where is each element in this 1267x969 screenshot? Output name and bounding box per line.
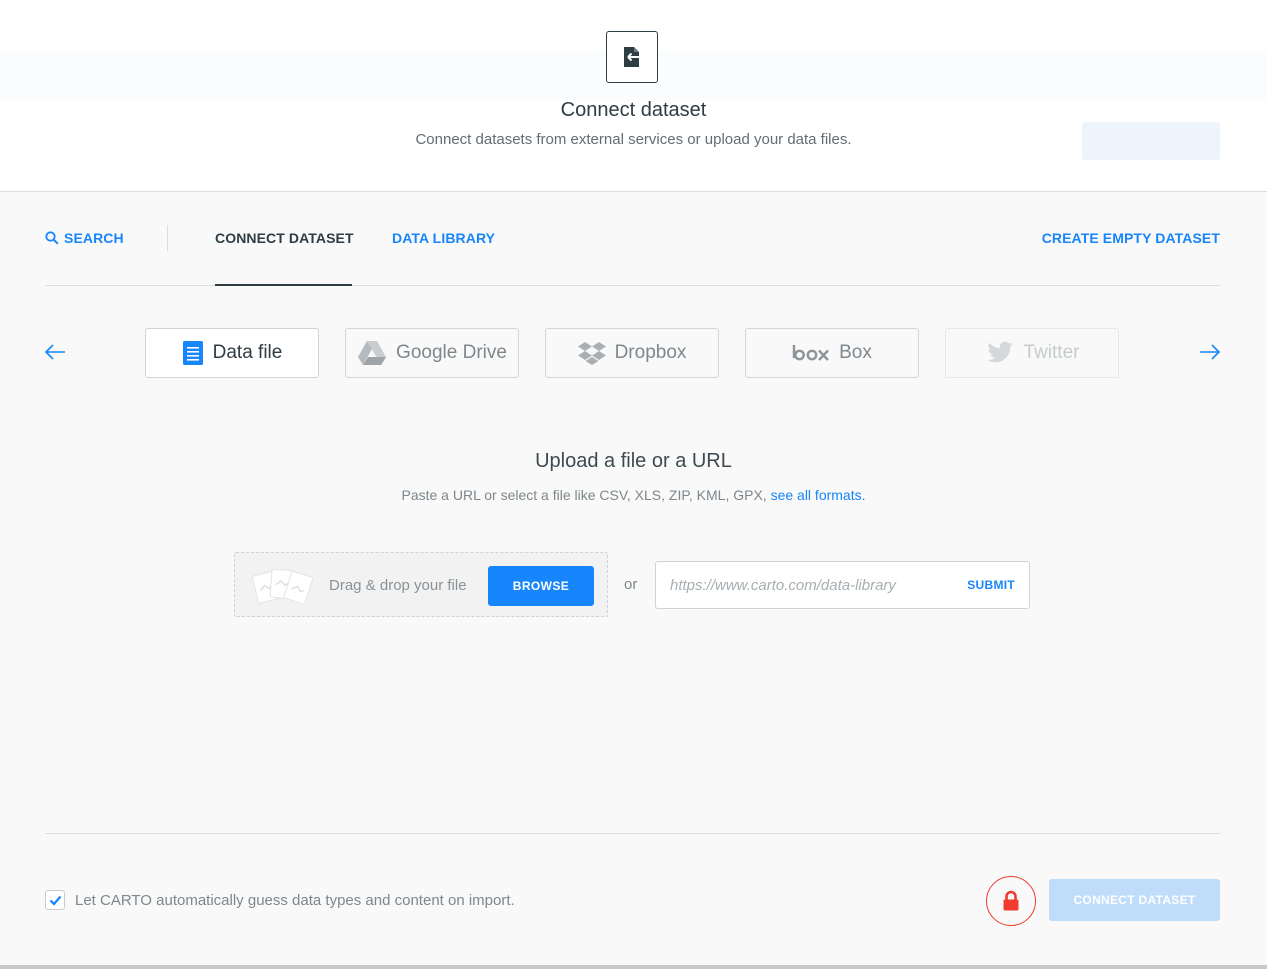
file-drop-zone[interactable]: Drag & drop your file BROWSE [234,552,608,617]
url-input[interactable] [670,577,940,594]
lock-button[interactable] [986,876,1036,926]
tab-search[interactable]: SEARCH [45,230,124,246]
box-icon [792,345,829,361]
dropbox-icon [577,342,606,365]
lock-icon [1003,890,1019,911]
upload-title: Upload a file or a URL [535,450,732,472]
search-icon [45,231,59,245]
guess-types-label: Let CARTO automatically guess data types… [75,892,515,909]
bottom-edge [0,965,1267,969]
create-empty-dataset-link[interactable]: CREATE EMPTY DATASET [1042,230,1220,246]
service-label: Data file [212,342,283,363]
service-google-drive[interactable]: Google Drive [345,328,519,378]
guess-types-checkbox[interactable] [45,890,65,910]
service-twitter[interactable]: Twitter [945,328,1119,378]
tab-data-library[interactable]: DATA LIBRARY [392,230,495,246]
modal-subtitle: Connect datasets from external services … [415,131,852,148]
carousel-prev-arrow-icon[interactable] [43,340,67,364]
service-data-file[interactable]: Data file [145,328,319,378]
tab-divider [167,225,168,251]
checkmark-icon [49,895,61,906]
modal-header: Connect dataset Connect datasets from ex… [0,0,1267,192]
service-label: Google Drive [396,342,507,363]
service-dropbox[interactable]: Dropbox [545,328,719,378]
connect-dataset-button[interactable]: CONNECT DATASET [1049,879,1220,921]
connect-dataset-icon [606,31,658,83]
carousel-next-arrow-icon[interactable] [1198,340,1222,364]
url-form: SUBMIT [655,561,1030,609]
upload-description: Paste a URL or select a file like CSV, X… [0,487,1267,503]
service-label: Twitter [1023,342,1080,363]
google-drive-icon [358,341,387,365]
submit-url-button[interactable]: SUBMIT [967,578,1015,592]
browse-button[interactable]: BROWSE [488,566,594,606]
footer-divider [45,833,1220,834]
active-tab-underline [215,284,352,286]
tab-bar: SEARCH CONNECT DATASET DATA LIBRARY CREA… [45,192,1220,286]
service-label: Dropbox [614,342,687,363]
tab-search-label: SEARCH [64,230,124,246]
see-all-formats-link[interactable]: see all formats [771,487,862,503]
or-separator: or [624,576,638,593]
data-file-icon [182,341,203,365]
service-label: Box [839,342,872,363]
files-icon [251,568,314,605]
formats-period: . [861,487,866,503]
upload-description-text: Paste a URL or select a file like CSV, X… [401,487,767,503]
tab-connect-dataset[interactable]: CONNECT DATASET [215,230,354,246]
drop-zone-text: Drag & drop your file [329,577,467,594]
modal-title: Connect dataset [560,99,707,121]
service-box[interactable]: Box [745,328,919,378]
twitter-icon [987,341,1013,363]
